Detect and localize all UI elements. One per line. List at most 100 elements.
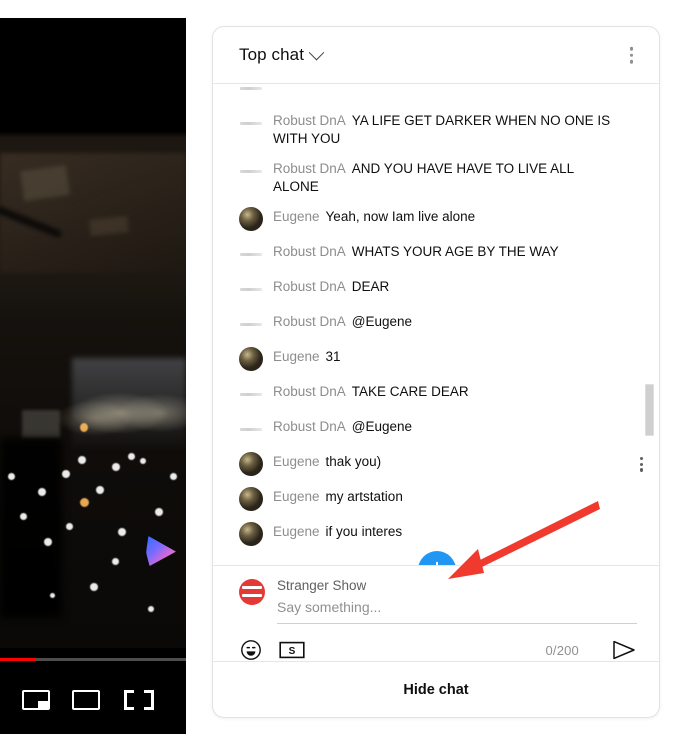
author-avatar-placeholder[interactable] — [239, 111, 263, 135]
chat-message-text: if you interes — [325, 524, 403, 539]
chat-message-body: Robust DnA TAKE CARE DEAR — [273, 381, 469, 401]
hide-chat-label: Hide chat — [403, 681, 469, 698]
video-light — [112, 463, 120, 471]
chat-message-author[interactable]: Robust DnA — [273, 113, 346, 128]
video-progress-bar[interactable] — [0, 658, 186, 662]
progress-fill — [0, 658, 36, 661]
video-controls-bar — [0, 664, 186, 734]
video-light-warm — [80, 423, 88, 432]
chat-message-text: TAKE CARE DEAR — [351, 384, 469, 399]
send-arrow-icon[interactable] — [611, 638, 637, 662]
video-light — [170, 473, 177, 480]
chat-input-area: Stranger Show Say something... S 0/200 — [213, 565, 659, 662]
video-scene-shadow — [0, 438, 62, 618]
chat-message-row[interactable] — [213, 84, 659, 105]
live-chat-panel: Top chat Robust DnA YA LIFE GET DARKER WH… — [212, 26, 660, 718]
chat-message-author[interactable]: Robust DnA — [273, 279, 346, 294]
chat-message-row[interactable]: Eugene my artstation — [213, 481, 659, 516]
video-light — [140, 458, 146, 464]
chat-message-body: Robust DnA AND YOU HAVE HAVE TO LIVE ALL … — [273, 158, 619, 196]
hide-chat-button[interactable]: Hide chat — [213, 661, 659, 717]
miniplayer-icon[interactable] — [22, 688, 52, 712]
emoji-smiley-icon[interactable] — [239, 638, 263, 662]
vertical-scrollbar[interactable] — [645, 84, 655, 565]
more-vertical-icon[interactable] — [626, 43, 638, 68]
video-light — [148, 606, 154, 612]
video-scene-object-1 — [20, 164, 70, 202]
chat-message-author[interactable]: Eugene — [273, 209, 320, 224]
video-light — [155, 508, 163, 516]
author-avatar-placeholder[interactable] — [239, 242, 263, 266]
video-light — [20, 513, 27, 520]
chat-message-row[interactable]: Eugene 31 — [213, 341, 659, 376]
chat-message-author[interactable]: Robust DnA — [273, 161, 346, 176]
chat-message-author[interactable]: Robust DnA — [273, 384, 346, 399]
author-avatar[interactable] — [239, 207, 263, 231]
video-frame[interactable] — [0, 18, 186, 648]
chat-message-text: @Eugene — [351, 419, 413, 434]
video-light — [96, 486, 104, 494]
chat-message-text: @Eugene — [351, 314, 413, 329]
author-avatar-placeholder[interactable] — [239, 159, 263, 183]
chat-message-author[interactable]: Robust DnA — [273, 419, 346, 434]
chat-message-body: Eugene thak you) — [273, 451, 381, 471]
chat-message-author[interactable]: Eugene — [273, 454, 320, 469]
chat-message-row[interactable]: Robust DnA @Eugene — [213, 306, 659, 341]
chat-mode-label: Top chat — [239, 45, 305, 64]
message-more-vertical-icon[interactable] — [639, 457, 643, 472]
author-avatar-placeholder[interactable] — [239, 382, 263, 406]
author-avatar-placeholder[interactable] — [239, 417, 263, 441]
video-player[interactable] — [0, 18, 186, 734]
chat-mode-selector[interactable]: Top chat — [239, 44, 325, 65]
chat-message-body: Robust DnA @Eugene — [273, 416, 412, 436]
chat-message-row[interactable]: Robust DnA YA LIFE GET DARKER WHEN NO ONE… — [213, 105, 659, 153]
author-avatar-placeholder[interactable] — [239, 312, 263, 336]
author-avatar-placeholder[interactable] — [239, 277, 263, 301]
scrollbar-thumb[interactable] — [645, 384, 654, 436]
chat-message-row[interactable]: Robust DnA DEAR — [213, 271, 659, 306]
chat-header: Top chat — [213, 27, 659, 84]
chat-message-row[interactable]: Eugene thak you) — [213, 446, 659, 481]
chat-message-body: Eugene if you interes — [273, 521, 402, 541]
chat-message-author[interactable]: Robust DnA — [273, 314, 346, 329]
dollar-bill-icon[interactable]: S — [279, 640, 305, 660]
video-light — [62, 470, 70, 478]
blocked-avatar-icon — [239, 579, 265, 605]
author-avatar[interactable] — [239, 487, 263, 511]
video-light — [66, 523, 73, 530]
chat-message-row[interactable]: Robust DnA AND YOU HAVE HAVE TO LIVE ALL … — [213, 153, 659, 201]
chat-message-body: Robust DnA YA LIFE GET DARKER WHEN NO ONE… — [273, 110, 619, 148]
chat-message-author[interactable]: Eugene — [273, 524, 320, 539]
author-avatar[interactable] — [239, 452, 263, 476]
screenshot-root: Top chat Robust DnA YA LIFE GET DARKER WH… — [0, 0, 683, 734]
chat-message-author[interactable]: Eugene — [273, 349, 320, 364]
chat-message-input[interactable] — [277, 599, 637, 615]
fullscreen-icon[interactable] — [124, 688, 154, 712]
author-avatar[interactable] — [239, 522, 263, 546]
video-light — [38, 488, 46, 496]
chat-message-body — [273, 84, 279, 95]
chat-message-text: Yeah, now Iam live alone — [325, 209, 476, 224]
svg-text:S: S — [289, 646, 296, 657]
chat-message-text: my artstation — [325, 489, 403, 504]
chat-message-author[interactable]: Eugene — [273, 489, 320, 504]
chat-input-underline — [277, 599, 637, 624]
author-avatar[interactable] — [239, 347, 263, 371]
chat-message-row[interactable]: Robust DnA TAKE CARE DEAR — [213, 376, 659, 411]
chat-message-row[interactable]: Robust DnA WHATS YOUR AGE BY THE WAY — [213, 236, 659, 271]
chat-message-body: Eugene Yeah, now Iam live alone — [273, 206, 475, 226]
video-scene-wall — [72, 358, 186, 448]
chat-message-row[interactable]: Eugene if you interes — [213, 516, 659, 551]
chat-message-list[interactable]: Robust DnA YA LIFE GET DARKER WHEN NO ONE… — [213, 84, 659, 565]
chat-message-text: WHATS YOUR AGE BY THE WAY — [351, 244, 559, 259]
chat-message-author[interactable]: Robust DnA — [273, 244, 346, 259]
arrow-down-circle-icon[interactable] — [418, 551, 456, 565]
chat-message-body: Eugene my artstation — [273, 486, 403, 506]
author-avatar-placeholder[interactable] — [239, 84, 263, 100]
video-light — [118, 528, 126, 536]
chevron-down-icon — [308, 44, 325, 60]
video-light — [8, 473, 15, 480]
theater-mode-icon[interactable] — [72, 688, 102, 712]
chat-message-row[interactable]: Robust DnA @Eugene — [213, 411, 659, 446]
chat-message-row[interactable]: Eugene Yeah, now Iam live alone — [213, 201, 659, 236]
